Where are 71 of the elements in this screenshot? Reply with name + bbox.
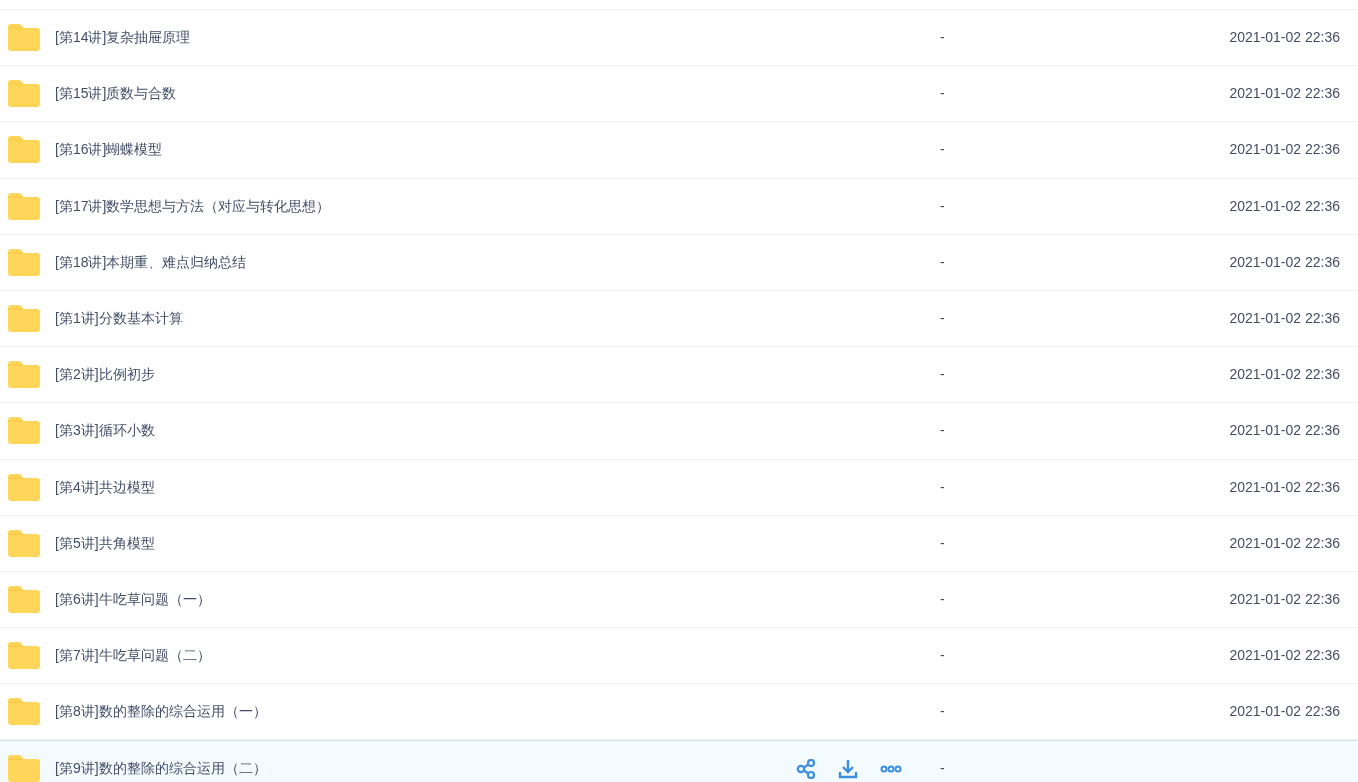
file-size: -: [940, 309, 946, 329]
file-row[interactable]: [第16讲]蝴蝶模型 - 2021-01-02 22:36: [0, 122, 1358, 179]
file-name[interactable]: [第18讲]本期重、难点归纳总结: [55, 251, 247, 273]
file-name[interactable]: [第16讲]蝴蝶模型: [55, 139, 163, 161]
file-name[interactable]: [第4讲]共边模型: [55, 476, 155, 498]
file-row[interactable]: [第9讲]数的整除的综合运用（二） -: [0, 740, 1358, 782]
download-icon[interactable]: [838, 758, 858, 779]
file-size: -: [940, 533, 946, 553]
file-size: -: [940, 759, 946, 779]
modified-date: 2021-01-02 22:36: [1228, 252, 1340, 272]
file-name[interactable]: [第2讲]比例初步: [55, 364, 155, 386]
folder-icon: [8, 417, 40, 445]
folder-icon: [8, 529, 40, 557]
folder-icon: [8, 361, 40, 389]
modified-date: 2021-01-02 22:36: [1228, 28, 1340, 48]
file-size: -: [940, 365, 946, 385]
file-size: -: [940, 646, 946, 666]
folder-icon: [8, 136, 40, 164]
folder-icon: [8, 80, 40, 108]
file-row[interactable]: [第7讲]牛吃草问题（二） - 2021-01-02 22:36: [0, 628, 1358, 685]
file-row[interactable]: [第14讲]复杂抽屉原理 - 2021-01-02 22:36: [0, 10, 1358, 67]
modified-date: 2021-01-02 22:36: [1228, 589, 1340, 609]
folder-icon: [8, 698, 40, 726]
modified-date: 2021-01-02 22:36: [1228, 140, 1340, 160]
modified-date: 2021-01-02 22:36: [1228, 533, 1340, 553]
file-row[interactable]: [第3讲]循环小数 - 2021-01-02 22:36: [0, 403, 1358, 460]
folder-icon: [8, 24, 40, 52]
folder-icon: [8, 305, 40, 333]
modified-date: 2021-01-02 22:36: [1228, 196, 1340, 216]
folder-icon: [8, 642, 40, 670]
folder-icon: [8, 755, 40, 782]
file-row[interactable]: [第15讲]质数与合数 - 2021-01-02 22:36: [0, 66, 1358, 123]
file-name[interactable]: [第5讲]共角模型: [55, 532, 155, 554]
file-row[interactable]: [第6讲]牛吃草问题（一） - 2021-01-02 22:36: [0, 571, 1358, 629]
file-row[interactable]: [第18讲]本期重、难点归纳总结 - 2021-01-02 22:36: [0, 234, 1358, 291]
file-row[interactable]: [第5讲]共角模型 - 2021-01-02 22:36: [0, 515, 1358, 572]
file-name[interactable]: [第14讲]复杂抽屉原理: [55, 27, 191, 49]
file-name[interactable]: [第6讲]牛吃草问题（一）: [55, 588, 211, 610]
file-size: -: [940, 140, 946, 160]
file-size: -: [940, 702, 946, 722]
folder-icon: [8, 585, 40, 613]
file-name[interactable]: [第15讲]质数与合数: [55, 83, 177, 105]
more-icon[interactable]: [880, 764, 902, 773]
file-size: -: [940, 28, 946, 48]
modified-date: 2021-01-02 22:36: [1228, 365, 1340, 385]
modified-date: 2021-01-02 22:36: [1228, 84, 1340, 104]
folder-icon: [8, 473, 40, 501]
file-name[interactable]: [第1讲]分数基本计算: [55, 308, 183, 330]
file-name[interactable]: [第17讲]数学思想与方法（对应与转化思想）: [55, 195, 331, 217]
modified-date: 2021-01-02 22:36: [1228, 421, 1340, 441]
file-size: -: [940, 196, 946, 216]
file-row[interactable]: [第4讲]共边模型 - 2021-01-02 22:36: [0, 459, 1358, 516]
file-name[interactable]: [第7讲]牛吃草问题（二）: [55, 645, 211, 667]
modified-date: 2021-01-02 22:36: [1228, 646, 1340, 666]
file-size: -: [940, 421, 946, 441]
folder-icon: [8, 248, 40, 276]
folder-icon: [8, 192, 40, 220]
file-size: -: [940, 84, 946, 104]
modified-date: 2021-01-02 22:36: [1228, 309, 1340, 329]
share-icon[interactable]: [796, 758, 816, 779]
modified-date: 2021-01-02 22:36: [1228, 702, 1340, 722]
file-name[interactable]: [第3讲]循环小数: [55, 420, 155, 442]
file-size: -: [940, 589, 946, 609]
file-name[interactable]: [第9讲]数的整除的综合运用（二）: [55, 758, 267, 780]
file-size: -: [940, 477, 946, 497]
file-size: -: [940, 252, 946, 272]
file-row[interactable]: [第2讲]比例初步 - 2021-01-02 22:36: [0, 347, 1358, 404]
file-row[interactable]: [第1讲]分数基本计算 - 2021-01-02 22:36: [0, 290, 1358, 348]
file-name[interactable]: [第8讲]数的整除的综合运用（一）: [55, 701, 267, 723]
file-row[interactable]: [第17讲]数学思想与方法（对应与转化思想） - 2021-01-02 22:36: [0, 178, 1358, 235]
modified-date: 2021-01-02 22:36: [1228, 477, 1340, 497]
